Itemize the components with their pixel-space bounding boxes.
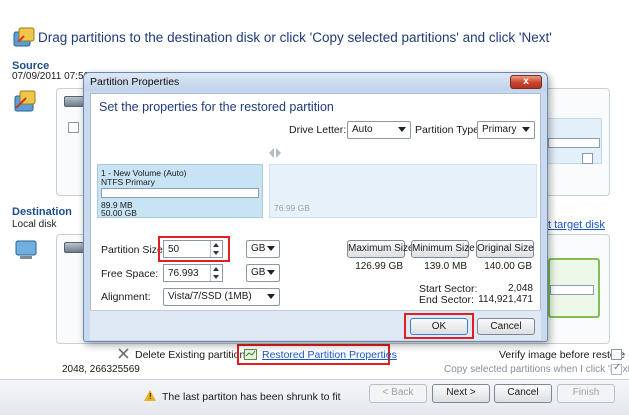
dialog-footer: OK Cancel [90,310,541,340]
chevron-down-icon [267,246,275,251]
partition-type-label: Partition Type: [415,124,482,136]
partition-properties-dialog: Partition Properties x Set the propertie… [83,72,548,342]
wizard-title: Drag partitions to the destination disk … [38,30,552,45]
minimum-size-button[interactable]: Minimum Size [411,240,475,258]
sector-coords-text: 2048, 266325569 [62,364,140,375]
dialog-titlebar[interactable]: Partition Properties x [84,73,547,91]
back-button[interactable]: < Back [369,384,427,403]
wizard-cancel-button[interactable]: Cancel [494,384,552,403]
restored-partition-properties-link[interactable]: Restored Partition Properties [262,349,397,361]
spin-up-icon[interactable] [213,267,219,271]
free-space-stepper[interactable]: 76.993 [163,264,223,282]
local-disk-icon [15,240,37,259]
partition-fs: NTFS Primary [101,177,155,187]
destination-partition-bar [550,285,594,295]
destination-label: Destination [12,206,72,218]
partition-size-stepper[interactable]: 50 [163,240,223,258]
source-date: 07/09/2011 07:56 [12,71,90,82]
chevron-down-icon [267,294,275,299]
warning-icon-mark: ! [149,392,152,401]
partition-map: 1 - New Volume (Auto) NTFS Primary 89.9 … [97,164,537,218]
destination-hard-disk-icon [64,242,84,253]
delete-x-icon [118,348,129,359]
free-space-value: 76.993 [168,268,199,279]
drive-letter-value: Auto [352,124,373,135]
source-partition-bar [548,138,600,148]
destination-sub: Local disk [12,219,57,230]
original-size-button[interactable]: Original Size [476,240,534,258]
source-partition-checkbox[interactable] [68,122,79,133]
source-image-icon [14,90,36,112]
spin-down-icon[interactable] [213,275,219,279]
unallocated-block[interactable]: 76.99 GB [269,164,537,218]
alignment-select[interactable]: Vista/7/SSD (1MB) [163,288,280,306]
partition-type-select[interactable]: Primary [477,121,535,139]
status-message: The last partiton has been shrunk to fit [162,391,341,403]
partition-usage-bar [101,188,259,198]
verify-image-label: Verify image before restore [499,349,626,361]
spin-buttons[interactable] [210,241,222,257]
alignment-value: Vista/7/SSD (1MB) [168,291,252,302]
unallocated-size: 76.99 GB [274,203,310,213]
resize-handle-icon[interactable] [268,147,282,159]
minimum-size-value: 139.0 MB [424,261,467,272]
copy-selected-label: Copy selected partitions when I click 'N… [444,364,629,375]
dialog-body: Set the properties for the restored part… [90,93,541,337]
drive-letter-label: Drive Letter: [289,124,347,136]
partition-type-value: Primary [482,124,517,135]
free-space-unit: GB [251,267,266,278]
end-sector-value: 114,921,471 [478,294,533,305]
ok-button[interactable]: OK [410,318,468,335]
chevron-down-icon [267,270,275,275]
drive-letter-select[interactable]: Auto [347,121,411,139]
spin-buttons[interactable] [210,265,222,281]
chevron-down-icon [398,127,406,132]
copy-selected-checkbox[interactable] [611,362,622,375]
verify-image-checkbox[interactable] [611,349,622,360]
close-icon[interactable]: x [510,75,542,89]
free-space-unit-select[interactable]: GB [246,264,280,282]
start-sector-value: 2,048 [507,283,533,294]
partition-size: 50.00 GB [101,208,137,218]
dialog-cancel-button[interactable]: Cancel [477,318,535,335]
next-button[interactable]: Next > [432,384,490,403]
chevron-down-icon [522,127,530,132]
source-partition-select-checkbox[interactable] [582,153,593,164]
partition-size-unit-select[interactable]: GB [246,240,280,258]
hard-disk-icon [64,96,84,107]
properties-icon [244,349,257,360]
partition-size-value: 50 [168,244,180,255]
spin-down-icon[interactable] [213,251,219,255]
spin-up-icon[interactable] [213,243,219,247]
free-space-label: Free Space: [101,268,159,280]
partition-size-unit: GB [251,243,266,254]
end-sector-label: End Sector: [419,294,474,306]
partition-size-label: Partition Size: [101,244,166,256]
finish-button[interactable]: Finish [557,384,615,403]
select-target-disk-link[interactable]: t target disk [548,219,605,231]
delete-existing-partition-button[interactable]: Delete Existing partition [135,349,245,361]
copy-partition-icon [13,27,35,47]
alignment-label: Alignment: [101,291,151,303]
dialog-title: Partition Properties [90,76,180,88]
partition-block[interactable]: 1 - New Volume (Auto) NTFS Primary 89.9 … [97,164,263,218]
original-size-value: 140.00 GB [484,261,532,272]
maximum-size-value: 126.99 GB [355,261,403,272]
dialog-heading: Set the properties for the restored part… [99,100,334,114]
maximum-size-button[interactable]: Maximum Size [347,240,414,258]
